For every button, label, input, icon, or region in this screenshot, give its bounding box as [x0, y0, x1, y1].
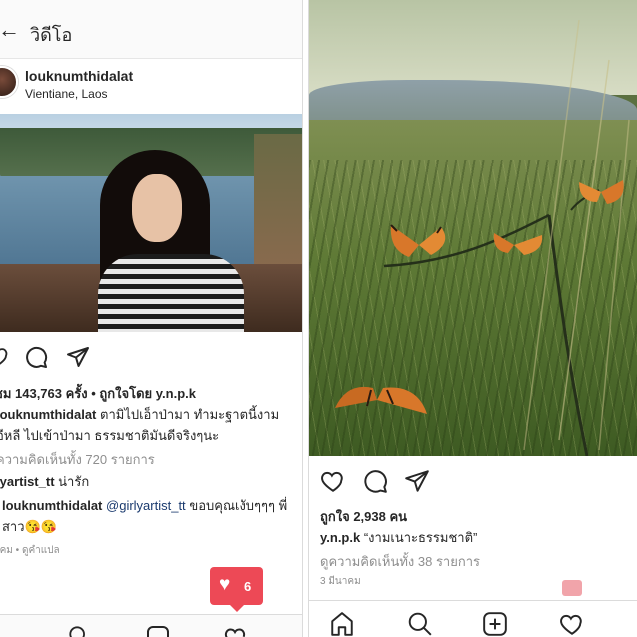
post-timestamp: 3 มีนาคม — [320, 576, 361, 587]
like-count[interactable]: ถูกใจ 2,938 คน — [320, 506, 407, 527]
comment-text: น่ารัก — [58, 474, 90, 489]
caption-username[interactable]: y.n.p.k — [320, 530, 360, 545]
right-post-screen: ถูกใจ 2,938 คน y.n.p.k “งามเนาะธรรมชาติ”… — [309, 0, 637, 637]
page-title: วิดีโอ — [30, 25, 73, 45]
heart-icon: ♥ — [219, 574, 231, 595]
view-all-comments[interactable]: ความคิดเห็นทั้ง 720 รายการ — [0, 449, 155, 470]
butterfly — [390, 224, 446, 257]
post-actions — [0, 342, 302, 372]
comment-username[interactable]: lyartist_tt — [0, 474, 55, 489]
comment: lyartist_tt น่ารัก — [0, 471, 89, 492]
view-all-comments[interactable]: ดูความคิดเห็นทั้ง 38 รายการ — [320, 551, 480, 572]
panel-divider — [302, 0, 309, 637]
home-icon[interactable] — [329, 611, 355, 637]
post-header: louknumthidalat Vientiane, Laos — [0, 58, 302, 114]
post-caption: louknumthidalat ตามิไปเอ็าป่ามา ทำมะฐาตน… — [0, 404, 302, 446]
butterfly — [335, 386, 427, 414]
activity-notification-badge[interactable]: ♥ 6 — [210, 567, 263, 612]
photo-plant-and-butterflies — [335, 19, 630, 456]
photo-person-face — [132, 174, 182, 242]
search-icon[interactable] — [407, 611, 433, 637]
photo-person-shirt — [98, 254, 244, 332]
caption-text: “งามเนาะธรรมชาติ” — [363, 530, 478, 545]
caption-username[interactable]: louknumthidalat — [0, 407, 96, 422]
post-actions — [309, 466, 637, 496]
paper-plane-icon[interactable] — [404, 468, 430, 494]
heart-outline-icon[interactable] — [320, 468, 346, 494]
comment-username[interactable]: louknumthidalat — [2, 498, 102, 513]
post-caption: y.n.p.k “งามเนาะธรรมชาติ” — [320, 527, 477, 548]
heart-outline-icon[interactable] — [224, 625, 248, 637]
butterfly — [579, 180, 624, 204]
comment-mention[interactable]: @girlyartist_tt — [106, 498, 186, 513]
activity-notification-badge[interactable] — [562, 580, 582, 596]
heart-outline-icon[interactable] — [0, 345, 10, 367]
view-count[interactable]: ชม 143,763 ครั้ง • ถูกใจโดย y.n.p.k — [0, 383, 196, 404]
notification-count: 6 — [244, 579, 252, 594]
avatar[interactable] — [0, 66, 18, 98]
heart-outline-icon[interactable] — [559, 611, 585, 637]
search-icon[interactable] — [68, 625, 90, 637]
bottom-nav — [0, 614, 302, 637]
top-bar: ← วิดีโอ — [0, 0, 302, 59]
post-timestamp[interactable]: าคม • ดูคำแปล — [0, 543, 60, 558]
comment-bubble-icon[interactable] — [362, 468, 388, 494]
butterfly — [493, 233, 543, 255]
left-post-screen: ← วิดีโอ louknumthidalat Vientiane, Laos… — [0, 0, 302, 637]
photo-rock — [254, 134, 302, 274]
comment-bubble-icon[interactable] — [24, 345, 48, 369]
paper-plane-icon[interactable] — [66, 345, 90, 369]
add-post-icon[interactable] — [146, 625, 170, 637]
bottom-nav — [309, 600, 637, 637]
post-photo[interactable] — [0, 114, 302, 332]
post-username[interactable]: louknumthidalat — [25, 68, 133, 84]
back-arrow-icon[interactable]: ← — [0, 17, 20, 43]
post-location[interactable]: Vientiane, Laos — [25, 87, 108, 101]
comment: louknumthidalat @girlyartist_tt ขอบคุณเง… — [2, 495, 302, 537]
post-photo[interactable] — [309, 0, 637, 456]
add-post-icon[interactable] — [482, 611, 508, 637]
